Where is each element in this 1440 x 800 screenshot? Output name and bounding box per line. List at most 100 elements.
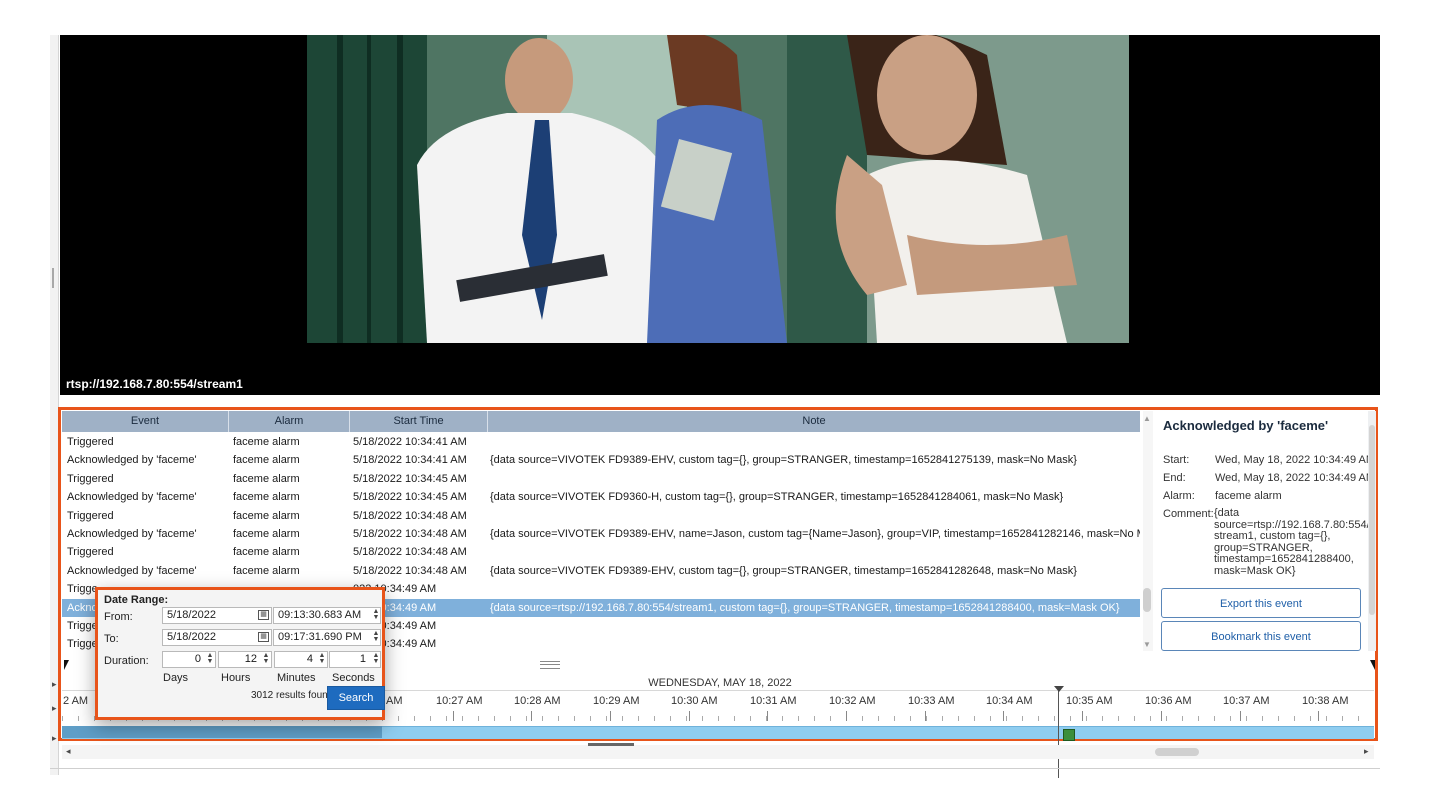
timeline-major-tick <box>846 711 847 721</box>
cell-note <box>485 507 1140 525</box>
timeline-tick-label: 10:28 AM <box>514 695 561 707</box>
timeline-major-tick <box>1003 711 1004 721</box>
cell-alarm: faceme alarm <box>233 454 300 467</box>
timeline-zoom-handle[interactable] <box>588 743 634 746</box>
timeline-major-tick <box>1082 711 1083 721</box>
cell-note <box>485 433 1140 451</box>
calendar-icon[interactable]: ▦ <box>258 632 269 642</box>
timeline-major-tick <box>453 711 454 721</box>
to-date-input[interactable]: 5/18/2022 <box>162 629 272 646</box>
range-start-flag-icon[interactable] <box>64 660 69 670</box>
scroll-down-icon[interactable]: ▼ <box>1143 640 1151 649</box>
to-time-input[interactable]: 09:17:31.690 PM <box>273 629 381 646</box>
events-scroll-thumb[interactable] <box>1143 588 1151 612</box>
range-end-flag-icon[interactable] <box>1370 660 1375 670</box>
details-start-label: Start: <box>1163 454 1190 466</box>
spinner-icon[interactable]: ▲ ▼ <box>372 652 380 665</box>
cell-start-time: 5/18/2022 10:34:48 AM <box>353 509 467 522</box>
export-event-button[interactable]: Export this event <box>1161 588 1361 618</box>
table-row[interactable]: Triggered faceme alarm 5/18/2022 10:34:41 … <box>62 433 1140 451</box>
expand-arrow-icon[interactable]: ▸ <box>52 733 57 744</box>
spinner-icon[interactable]: ▲ ▼ <box>206 652 214 665</box>
seconds-unit-label: Seconds <box>332 672 375 684</box>
from-time-value: 09:13:30.683 AM <box>278 609 362 621</box>
cell-alarm: faceme alarm <box>233 527 300 540</box>
cell-note <box>485 543 1140 561</box>
column-header-alarm[interactable]: Alarm <box>229 411 350 432</box>
column-header-start-time[interactable]: Start Time <box>350 411 488 432</box>
playhead-marker-icon[interactable] <box>1054 686 1064 692</box>
minutes-unit-label: Minutes <box>277 672 316 684</box>
from-time-input[interactable]: 09:13:30.683 AM <box>273 607 381 624</box>
cell-start-time: 5/18/2022 10:34:48 AM <box>353 527 467 540</box>
column-header-event[interactable]: Event <box>62 411 229 432</box>
details-scroll-thumb[interactable] <box>1369 425 1375 615</box>
details-alarm-label: Alarm: <box>1163 490 1195 502</box>
timeline-tick-label: AM <box>386 695 403 707</box>
column-header-note[interactable]: Note <box>488 411 1140 432</box>
to-time-value: 09:17:31.690 PM <box>278 631 362 643</box>
table-row[interactable]: Triggered faceme alarm 5/18/2022 10:34:45 … <box>62 470 1140 488</box>
details-end-value: Wed, May 18, 2022 10:34:49 AM <box>1215 472 1376 484</box>
timeline-major-tick <box>925 711 926 721</box>
cell-start-time: 5/18/2022 10:34:41 AM <box>353 436 467 448</box>
bookmark-event-button[interactable]: Bookmark this event <box>1161 621 1361 651</box>
cell-start-time: 5/18/2022 10:34:48 AM <box>353 564 467 577</box>
spinner-icon[interactable]: ▲ ▼ <box>372 608 380 621</box>
from-date-value: 5/18/2022 <box>167 609 216 621</box>
cell-event: Triggered <box>67 509 114 522</box>
cell-start-time: 5/18/2022 10:34:48 AM <box>353 546 467 559</box>
timeline-tick-label: 10:30 AM <box>671 695 718 707</box>
table-row[interactable]: Triggered faceme alarm 5/18/2022 10:34:48 … <box>62 507 1140 525</box>
cell-note <box>485 470 1140 488</box>
timeline-major-tick <box>1161 711 1162 721</box>
video-frame-image <box>307 35 1129 343</box>
bottom-divider <box>50 768 1380 769</box>
scroll-left-icon[interactable]: ◂ <box>66 746 71 757</box>
details-comment-label: Comment: <box>1163 508 1214 520</box>
details-start-value: Wed, May 18, 2022 10:34:49 AM <box>1215 454 1376 466</box>
table-row[interactable]: Acknowledged by 'faceme' faceme alarm 5/18… <box>62 562 1140 580</box>
expand-arrow-icon[interactable]: ▸ <box>52 679 57 690</box>
timeline-major-tick <box>1318 711 1319 721</box>
video-scene-illustration <box>307 35 1129 343</box>
cell-alarm: faceme alarm <box>233 509 300 522</box>
cell-alarm: faceme alarm <box>233 491 300 504</box>
cell-alarm: faceme alarm <box>233 546 300 559</box>
from-date-input[interactable]: 5/18/2022 <box>162 607 272 624</box>
timeline-tick-label: 10:31 AM <box>750 695 797 707</box>
cell-note: {data source=rtsp://192.168.7.80:554/str… <box>490 601 1120 614</box>
calendar-icon[interactable]: ▦ <box>258 610 269 620</box>
timeline-scroll-thumb[interactable] <box>1155 748 1199 756</box>
scroll-right-icon[interactable]: ▸ <box>1364 746 1369 757</box>
table-row[interactable]: Triggered faceme alarm 5/18/2022 10:34:48 … <box>62 543 1140 561</box>
timeline-tick-label: 2 AM <box>63 695 89 707</box>
panel-splitter-handle[interactable] <box>540 661 560 669</box>
scroll-up-icon[interactable]: ▲ <box>1143 414 1151 423</box>
resize-grip[interactable] <box>52 268 54 288</box>
spinner-icon[interactable]: ▲ ▼ <box>262 652 270 665</box>
spinner-icon[interactable]: ▲ ▼ <box>372 630 380 643</box>
cell-event: Acknowledged by 'faceme' <box>67 491 197 504</box>
timeline-recording-segment[interactable] <box>62 726 382 738</box>
splitter-grip-line <box>540 664 560 665</box>
timeline-tick-label: 10:32 AM <box>829 695 876 707</box>
cell-event: Triggered <box>67 436 114 448</box>
cell-event: Acknowledged by 'faceme' <box>67 454 197 467</box>
cell-event: Acknowledged by 'faceme' <box>67 527 197 540</box>
timeline-major-tick <box>767 711 768 721</box>
spinner-icon[interactable]: ▲ ▼ <box>318 652 326 665</box>
details-comment-value: {data source=rtsp://192.168.7.80:554/ st… <box>1214 507 1370 577</box>
event-marker-icon[interactable] <box>1063 729 1075 741</box>
to-date-value: 5/18/2022 <box>167 631 216 643</box>
search-button[interactable]: Search <box>327 686 385 710</box>
minutes-value: 4 <box>306 653 313 665</box>
table-row[interactable]: Acknowledged by 'faceme' faceme alarm 5/18… <box>62 451 1140 469</box>
timeline-tick-label: 10:37 AM <box>1223 695 1270 707</box>
events-vertical-scrollbar[interactable] <box>1143 411 1153 651</box>
expand-arrow-icon[interactable]: ▸ <box>52 703 57 714</box>
timeline-playhead[interactable] <box>1058 688 1059 778</box>
table-row[interactable]: Acknowledged by 'faceme' faceme alarm 5/18… <box>62 525 1140 543</box>
details-title: Acknowledged by 'faceme' <box>1163 418 1329 433</box>
table-row[interactable]: Acknowledged by 'faceme' faceme alarm 5/18… <box>62 488 1140 506</box>
